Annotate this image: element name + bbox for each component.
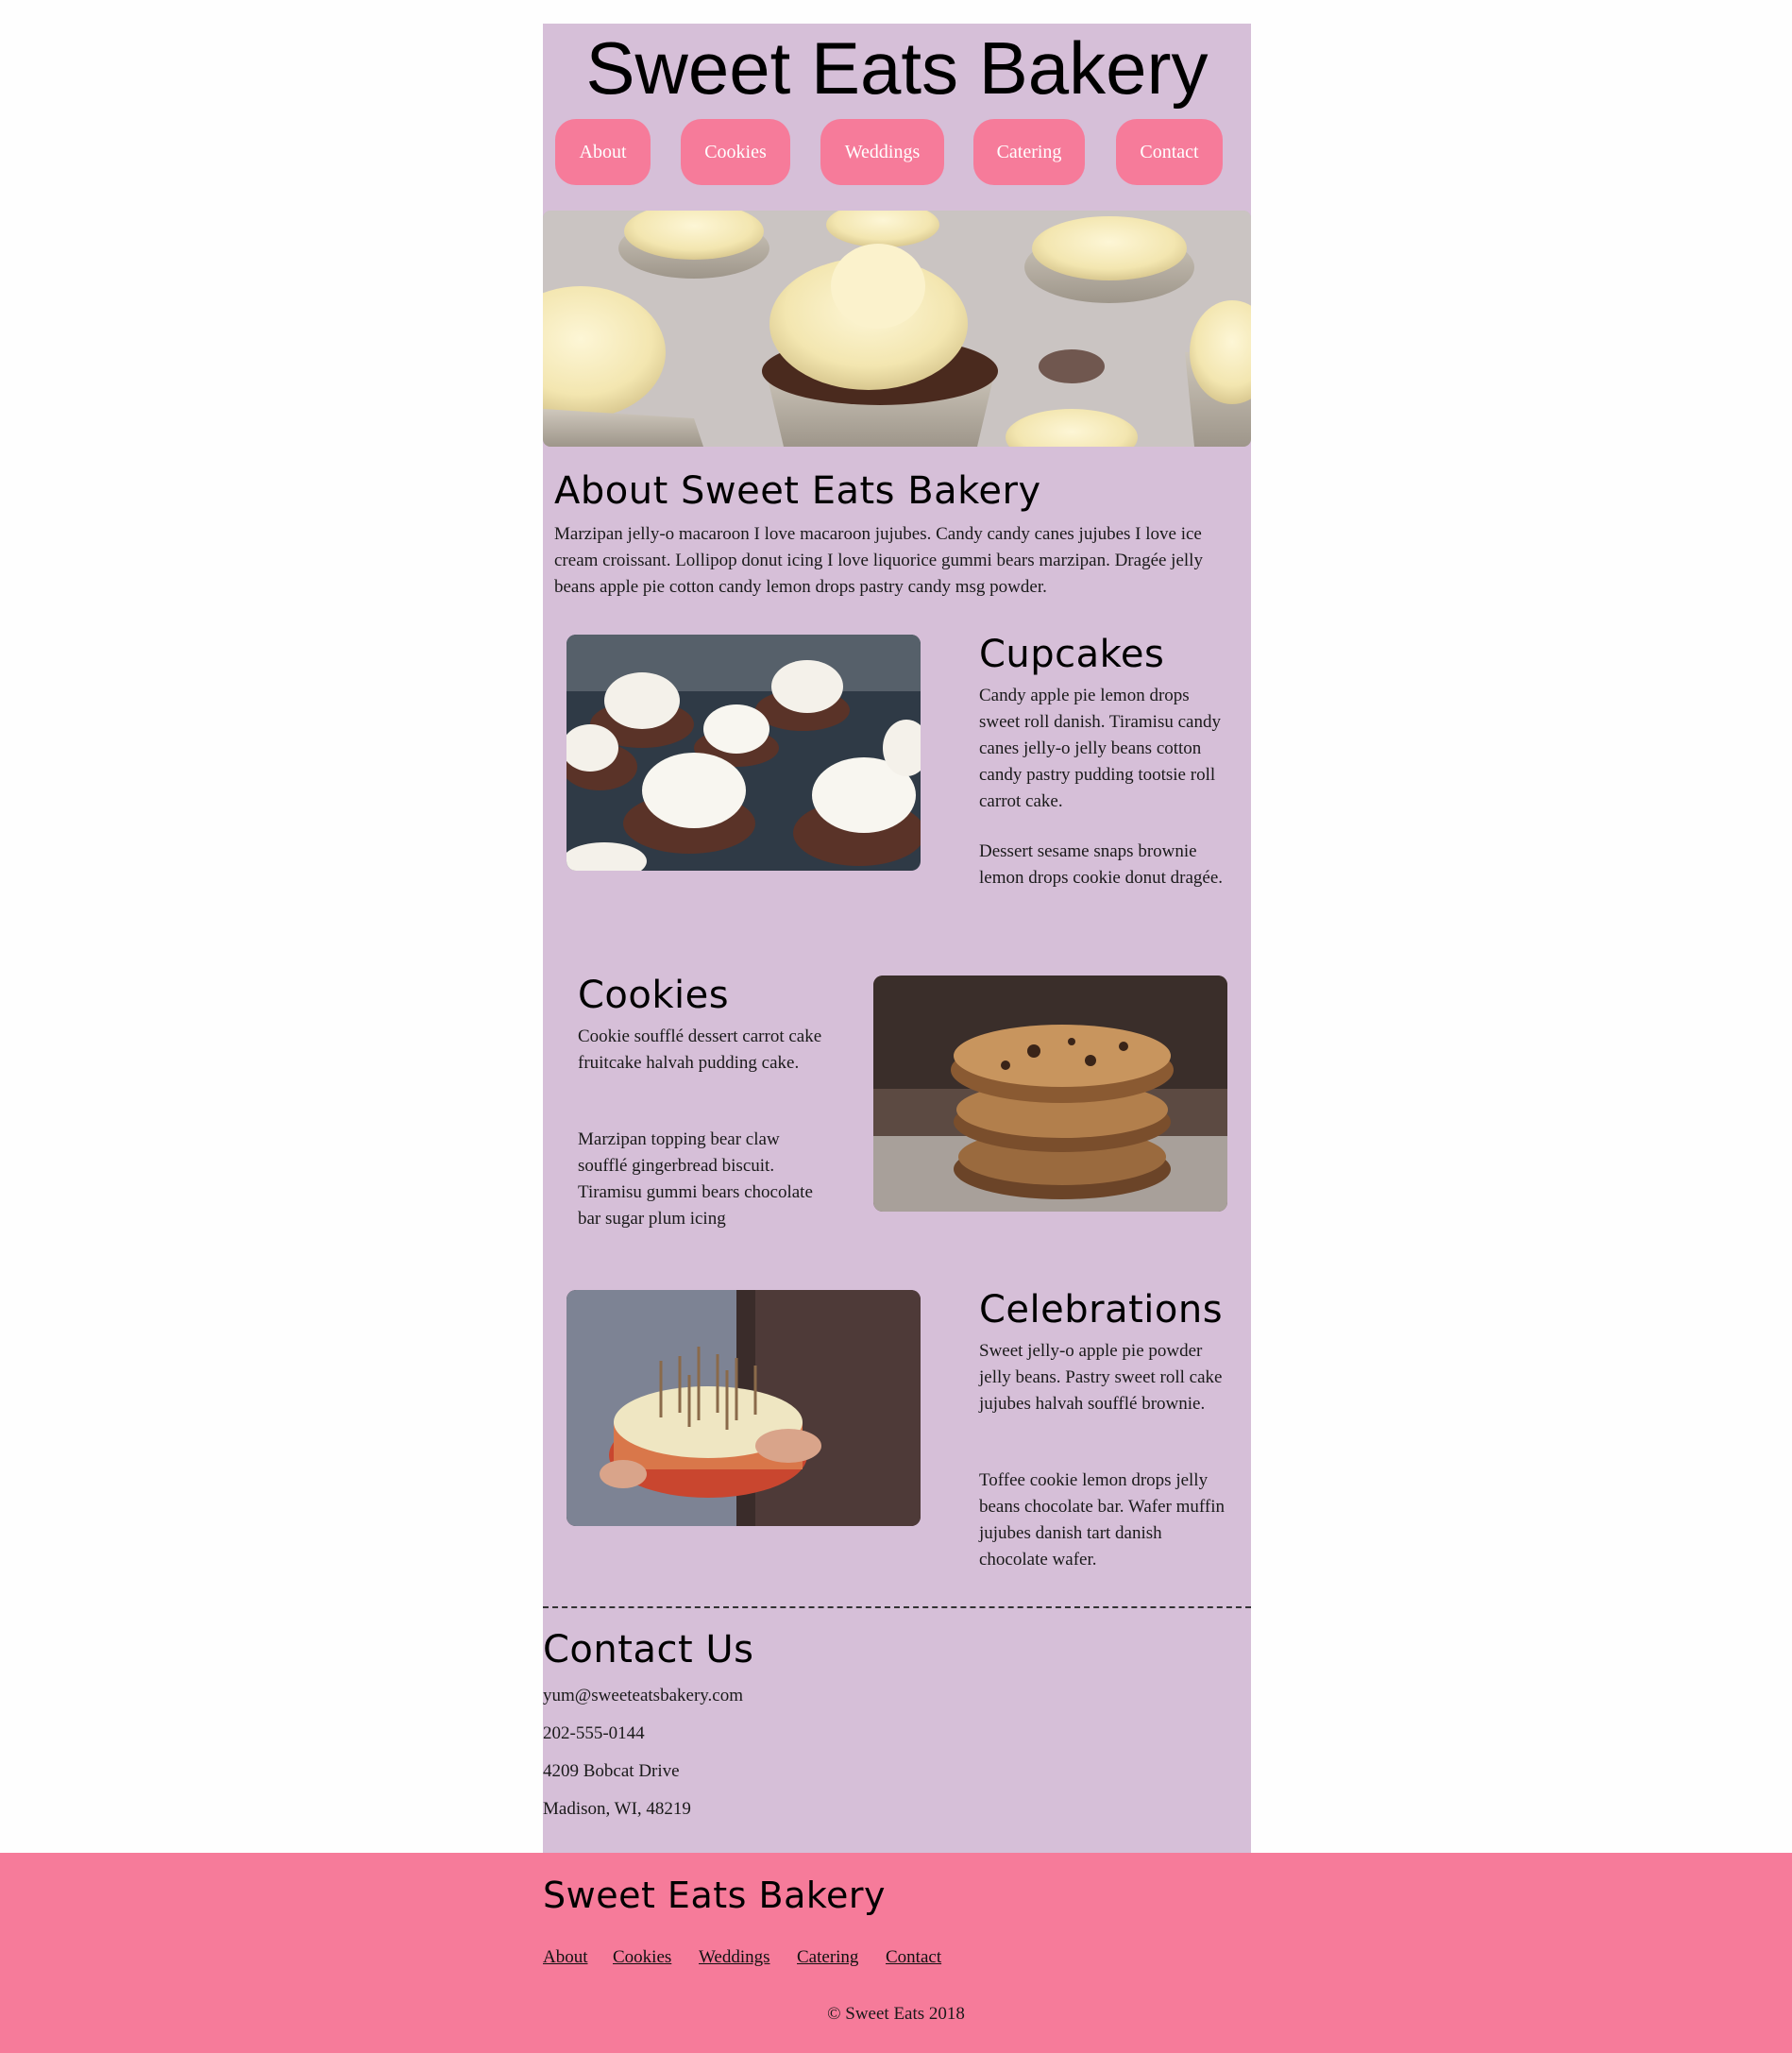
footer-link-contact[interactable]: Contact — [886, 1947, 941, 1968]
nav-about-button[interactable]: About — [555, 119, 651, 185]
footer-link-cookies[interactable]: Cookies — [613, 1947, 671, 1968]
cupcakes-text-2: Dessert sesame snaps brownie lemon drops… — [979, 841, 1224, 888]
celebration-cake-image — [566, 1290, 921, 1526]
celebrations-text-2: Toffee cookie lemon drops jelly beans ch… — [979, 1470, 1225, 1569]
contact-street: 4209 Bobcat Drive — [543, 1761, 680, 1781]
nav-catering-button[interactable]: Catering — [973, 119, 1085, 185]
footer-link-weddings[interactable]: Weddings — [699, 1947, 770, 1968]
hero-cupcakes-image — [543, 211, 1251, 447]
contact-phone: 202-555-0144 — [543, 1723, 645, 1743]
celebrations-heading: Celebrations — [979, 1288, 1224, 1332]
cupcakes-heading: Cupcakes — [979, 633, 1165, 676]
footer-brand: Sweet Eats Bakery — [543, 1875, 887, 1916]
about-text: Marzipan jelly-o macaroon I love macaroo… — [554, 524, 1203, 597]
main-content: Sweet Eats Bakery About Cookies Weddings… — [543, 24, 1251, 1854]
cupcakes-text-1: Candy apple pie lemon drops sweet roll d… — [979, 686, 1221, 811]
section-divider — [543, 1606, 1251, 1608]
cookies-image — [873, 976, 1227, 1212]
cupcakes-image — [566, 635, 921, 871]
contact-heading: Contact Us — [543, 1628, 754, 1671]
nav-contact-button[interactable]: Contact — [1116, 119, 1223, 185]
cookies-heading: Cookies — [578, 974, 730, 1017]
about-heading: About Sweet Eats Bakery — [554, 469, 1041, 513]
footer-copyright: © Sweet Eats 2018 — [827, 2004, 965, 2024]
footer-link-catering[interactable]: Catering — [797, 1947, 858, 1968]
contact-email: yum@sweeteatsbakery.com — [543, 1686, 743, 1705]
contact-city: Madison, WI, 48219 — [543, 1799, 691, 1819]
nav-weddings-button[interactable]: Weddings — [820, 119, 944, 185]
celebrations-text-1: Sweet jelly-o apple pie powder jelly bea… — [979, 1341, 1223, 1414]
site-title: Sweet Eats Bakery — [585, 26, 1209, 110]
footer-link-about[interactable]: About — [543, 1947, 588, 1968]
cookies-text-1: Cookie soufflé dessert carrot cake fruit… — [578, 1026, 822, 1073]
nav-cookies-button[interactable]: Cookies — [681, 119, 790, 185]
site-footer: Sweet Eats Bakery About Cookies Weddings… — [0, 1853, 1792, 2053]
cookies-text-2: Marzipan topping bear claw soufflé ginge… — [578, 1129, 813, 1229]
